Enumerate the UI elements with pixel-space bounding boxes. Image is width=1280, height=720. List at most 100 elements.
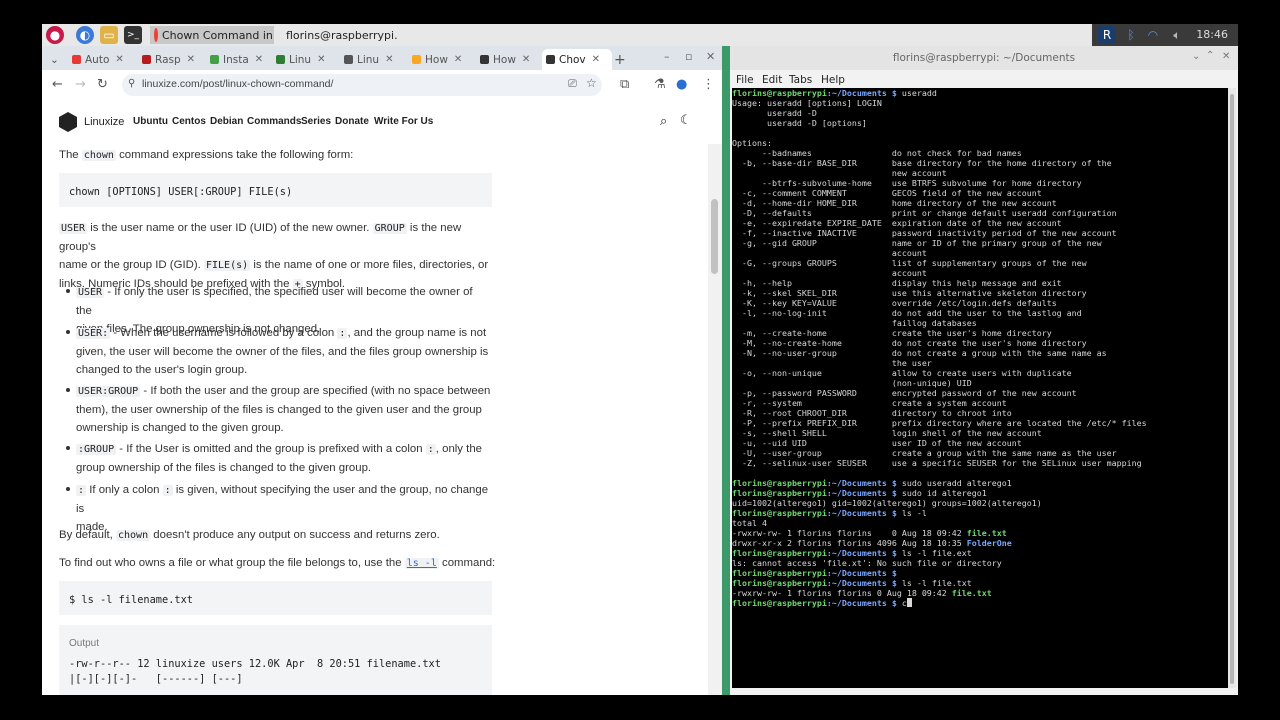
inline-code: :GROUP xyxy=(76,444,117,455)
search-icon[interactable]: ⌕ xyxy=(660,114,667,129)
dark-mode-icon[interactable]: ☾ xyxy=(680,113,692,128)
prompt-user: florins@raspberrypi xyxy=(732,598,827,608)
maximize-icon[interactable]: ▫ xyxy=(685,50,692,63)
taskbar-task-browser[interactable]: Chown Command in ... xyxy=(150,26,274,44)
browser-tab[interactable]: Rasp ✕ xyxy=(142,49,204,70)
address-bar[interactable]: ⚲ linuxize.com/post/linux-chown-command/… xyxy=(122,74,602,96)
volume-icon[interactable]: 🔈︎ xyxy=(1168,26,1186,44)
browser-tab-active[interactable]: Chov ✕ xyxy=(542,49,612,70)
nav-debian[interactable]: Debian xyxy=(210,116,243,127)
nav-commands[interactable]: Commands xyxy=(247,116,301,127)
menu-tabs[interactable]: Tabs xyxy=(789,74,812,86)
terminal-title: florins@raspberrypi: ~/Documents xyxy=(730,46,1238,70)
scrollbar-thumb[interactable] xyxy=(1230,94,1234,684)
text: - If both the user and the group are spe… xyxy=(143,385,491,397)
close-icon[interactable]: ✕ xyxy=(706,50,715,63)
terminal-line: -c, --comment COMMENT GECOS field of the… xyxy=(732,188,1042,198)
linuxize-logo[interactable] xyxy=(59,112,77,132)
text: The xyxy=(59,149,79,161)
vnc-icon[interactable]: R xyxy=(1098,26,1116,44)
new-tab-button[interactable]: + xyxy=(614,49,628,70)
terminal-minimize-icon[interactable]: ⌄ xyxy=(1192,51,1200,62)
terminal-line: -h, --help display this help message and… xyxy=(732,278,1062,288)
browser-tab[interactable]: How ✕ xyxy=(480,49,542,70)
terminal-line: -G, --groups GROUPS list of supplementar… xyxy=(732,258,1087,268)
taskbar-task-terminal[interactable]: florins@raspberrypi... xyxy=(278,26,398,44)
site-icon xyxy=(344,55,353,64)
taskbar: ● ◐ ▭ >_ Chown Command in ... florins@ra… xyxy=(42,24,1238,47)
file-manager-icon[interactable]: ▭ xyxy=(100,26,118,44)
bullet-dot xyxy=(66,330,72,336)
close-tab-icon[interactable]: ✕ xyxy=(187,54,195,65)
browser-tab[interactable]: How ✕ xyxy=(412,49,474,70)
profile-icon[interactable]: ● xyxy=(676,77,687,92)
tab-list-button[interactable]: ⌄ xyxy=(50,49,64,70)
nav-donate[interactable]: Donate xyxy=(335,116,369,127)
terminal-line: -D, --defaults print or change default u… xyxy=(732,208,1117,218)
terminal-line: -M, --no-create-home do not create the u… xyxy=(732,338,1087,348)
site-info-icon[interactable]: ⚲ xyxy=(128,78,135,89)
terminal-menubar: File Edit Tabs Help xyxy=(730,70,1238,90)
nav-ubuntu[interactable]: Ubuntu xyxy=(133,116,168,127)
terminal-line: -s, --shell SHELL login shell of the new… xyxy=(732,428,1042,438)
inline-code: FILE(s) xyxy=(203,260,251,271)
menu-icon[interactable]: ⋮ xyxy=(702,77,715,92)
browser-tab[interactable]: Linu ✕ xyxy=(344,49,406,70)
nav-write-for-us[interactable]: Write For Us xyxy=(374,116,433,127)
terminal-scrollbar[interactable] xyxy=(1228,88,1236,688)
tab-strip: ⌄ Auto ✕ Rasp ✕ Insta ✕ Linu ✕ Linu ✕ How ✕ Ho… xyxy=(42,46,722,70)
inline-code: chown xyxy=(81,150,116,161)
minimize-icon[interactable]: – xyxy=(664,50,670,63)
bluetooth-icon[interactable]: ᛒ xyxy=(1122,26,1140,44)
bookmark-star-icon[interactable]: ☆ xyxy=(586,76,597,90)
menu-edit[interactable]: Edit xyxy=(762,74,782,86)
text: group ownership of the files is changed … xyxy=(76,462,372,474)
labs-icon[interactable]: ⚗ xyxy=(654,77,666,92)
scrollbar-thumb[interactable] xyxy=(711,199,718,274)
command-text: sudo useradd alterego1 xyxy=(896,478,1012,488)
inline-code: GROUP xyxy=(372,223,407,234)
browser-tab[interactable]: Insta ✕ xyxy=(210,49,272,70)
close-tab-icon[interactable]: ✕ xyxy=(255,54,263,65)
terminal-cursor xyxy=(906,598,912,607)
url-text: linuxize.com/post/linux-chown-command/ xyxy=(142,78,334,90)
extensions-icon[interactable]: ⧉ xyxy=(620,77,629,92)
terminal-output[interactable]: florins@raspberrypi:~/Documents $ userad… xyxy=(732,88,1228,688)
wifi-icon[interactable]: ◠ xyxy=(1144,26,1162,44)
close-tab-icon[interactable]: ✕ xyxy=(454,54,462,65)
browser-tab[interactable]: Auto ✕ xyxy=(72,49,134,70)
default-paragraph: By default, chown doesn't produce any ou… xyxy=(59,526,440,545)
site-brand[interactable]: Linuxize xyxy=(84,116,124,128)
close-tab-icon[interactable]: ✕ xyxy=(385,54,393,65)
text: name or the group ID (GID). xyxy=(59,259,201,271)
inline-code: USER xyxy=(76,287,105,298)
install-app-icon[interactable]: ⎚ xyxy=(568,77,577,91)
nav-series[interactable]: Series xyxy=(301,116,331,127)
close-tab-icon[interactable]: ✕ xyxy=(317,54,325,65)
nav-centos[interactable]: Centos xyxy=(172,116,206,127)
terminal-icon[interactable]: >_ xyxy=(124,26,142,44)
list-item: USER:GROUP - If both the user and the gr… xyxy=(76,382,491,437)
terminal-close-icon[interactable]: ✕ xyxy=(1222,51,1230,62)
terminal-line: florins@raspberrypi:~/Documents $ ls -l … xyxy=(732,548,972,558)
ls-link[interactable]: ls -l xyxy=(404,558,439,569)
back-icon[interactable]: ← xyxy=(52,77,63,92)
inline-code: USER:GROUP xyxy=(76,386,141,397)
terminal-window: florins@raspberrypi: ~/Documents ⌄ ⌃ ✕ F… xyxy=(730,46,1238,695)
text: , only the xyxy=(435,443,483,455)
browser-tab[interactable]: Linu ✕ xyxy=(276,49,338,70)
line-text: drwxr-xr-x 2 florins florins 4096 Aug 18… xyxy=(732,538,967,548)
menu-file[interactable]: File xyxy=(736,74,754,86)
close-tab-icon[interactable]: ✕ xyxy=(592,54,600,65)
web-browser-icon[interactable]: ◐ xyxy=(76,26,94,44)
raspberry-menu-icon[interactable]: ● xyxy=(46,26,64,44)
terminal-maximize-icon[interactable]: ⌃ xyxy=(1206,50,1214,61)
menu-help[interactable]: Help xyxy=(821,74,845,86)
page-scrollbar[interactable] xyxy=(708,144,722,695)
forward-icon[interactable]: → xyxy=(75,77,86,92)
reload-icon[interactable]: ↻ xyxy=(97,77,108,92)
close-tab-icon[interactable]: ✕ xyxy=(522,54,530,65)
close-tab-icon[interactable]: ✕ xyxy=(115,54,123,65)
text: If only a colon xyxy=(89,484,160,496)
text: command expressions take the following f… xyxy=(119,149,354,161)
